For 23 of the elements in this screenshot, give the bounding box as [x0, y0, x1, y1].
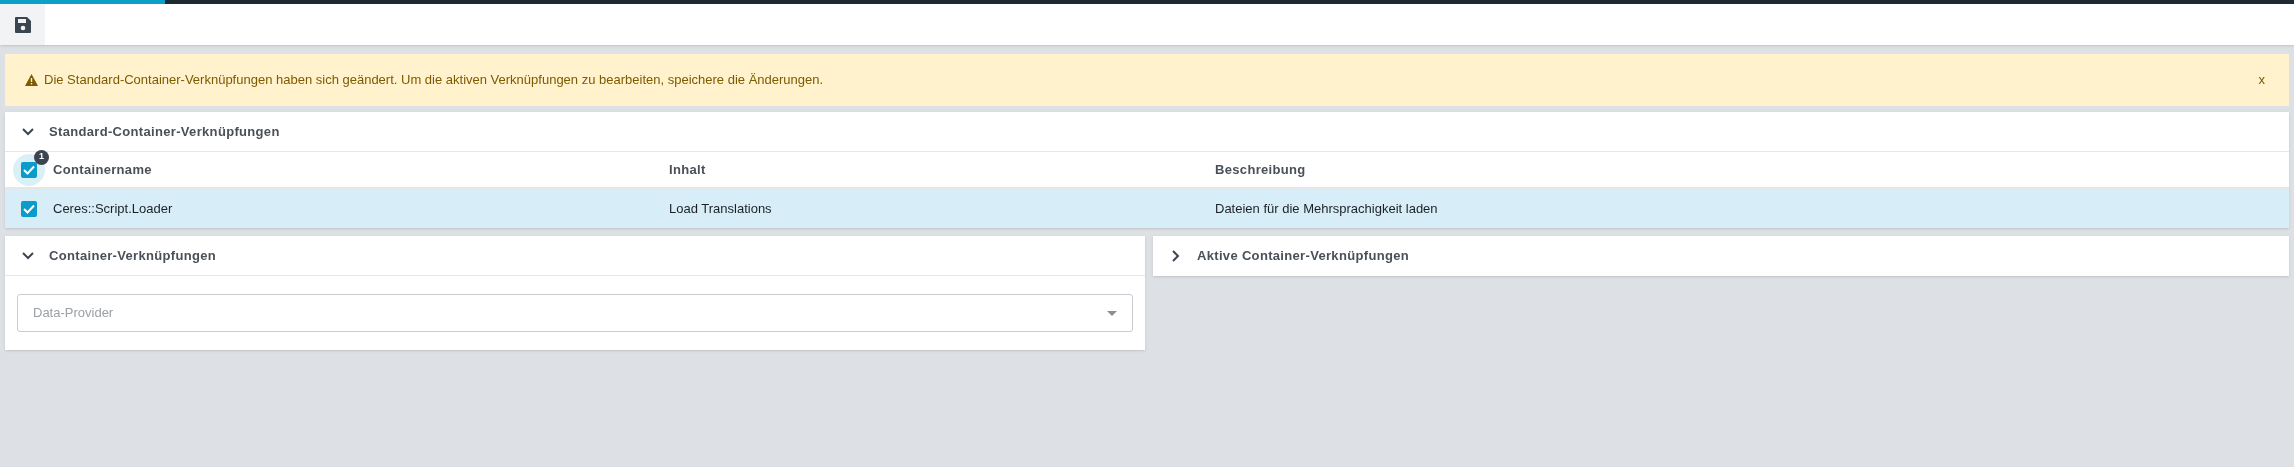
save-icon — [13, 15, 32, 34]
table-row[interactable]: Ceres::Script.Loader Load Translations Dateien für die Mehrsprachigkeit laden — [5, 189, 2289, 228]
chevron-down-icon — [22, 251, 34, 260]
column-header: Beschreibung — [1215, 160, 1306, 179]
table-cell-text: Dateien für die Mehrsprachigkeit laden — [1215, 199, 1438, 218]
close-button[interactable]: x — [2254, 70, 2269, 90]
panel-title: Aktive Container-Verknüpfungen — [1197, 247, 1409, 266]
checkbox[interactable] — [21, 161, 37, 178]
count-badge: 1 — [34, 149, 49, 165]
table-cell-text: Load Translations — [669, 199, 772, 218]
chevron-down-icon — [22, 127, 34, 136]
chevron-right-icon — [1172, 250, 1180, 262]
warning-icon — [25, 74, 38, 86]
panel-title: Standard-Container-Verknüpfungen — [49, 122, 280, 141]
save-button[interactable] — [0, 4, 45, 45]
column-header: Inhalt — [669, 160, 706, 179]
warning-message: Die Standard-Container-Verknüpfungen haben sich geändert. Um die aktiven Verknüpfungen zu bearbeiten, speichere die Änderungen. — [44, 71, 825, 90]
placeholder-text: Data-Provider — [33, 304, 115, 323]
column-header: Containername — [53, 160, 152, 179]
dropdown-arrow-icon — [1107, 310, 1117, 316]
checkbox[interactable] — [21, 200, 37, 217]
panel-title: Container-Verknüpfungen — [49, 246, 217, 265]
table-cell-text: Ceres::Script.Loader — [53, 199, 173, 218]
